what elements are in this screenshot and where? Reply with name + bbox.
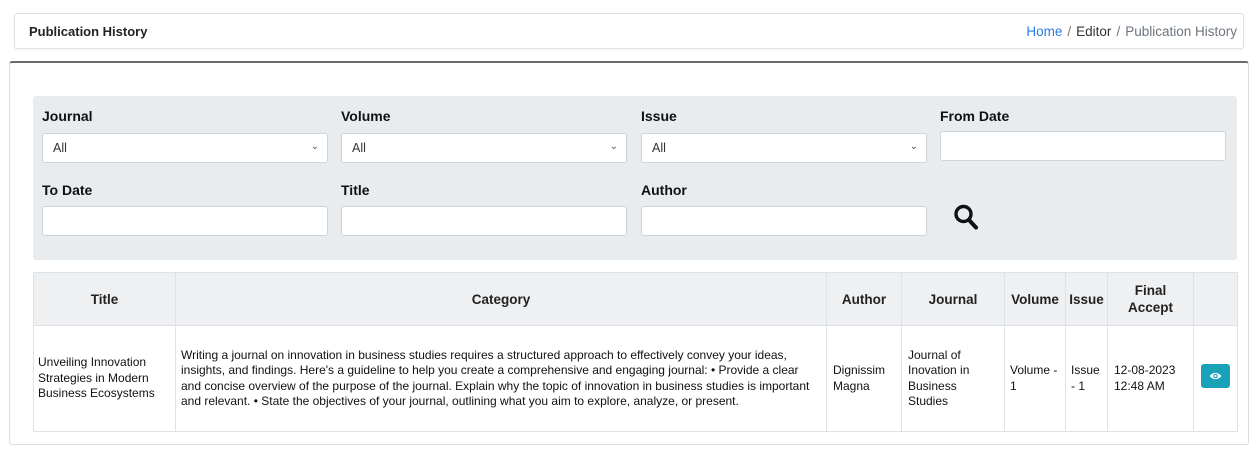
issue-select-value: All [652, 141, 666, 155]
cell-title: Unveiling Innovation Strategies in Moder… [33, 325, 176, 432]
cell-issue: Issue - 1 [1065, 325, 1108, 432]
title-input[interactable] [341, 206, 627, 236]
volume-select[interactable]: All ⌄ [341, 133, 627, 163]
cell-action [1193, 325, 1238, 432]
column-header-journal: Journal [901, 272, 1005, 326]
from-date-input[interactable] [940, 131, 1226, 161]
to-date-input[interactable] [42, 206, 328, 236]
journal-label: Journal [42, 108, 93, 124]
cell-journal: Journal of Inovation in Business Studies [901, 325, 1005, 432]
column-header-volume: Volume [1004, 272, 1066, 326]
breadcrumb: Home / Editor / Publication History [1026, 24, 1237, 39]
column-header-issue: Issue [1065, 272, 1108, 326]
issue-select[interactable]: All ⌄ [641, 133, 927, 163]
cell-author: Dignissim Magna [826, 325, 902, 432]
chevron-down-icon: ⌄ [310, 141, 319, 152]
volume-label: Volume [341, 108, 391, 124]
breadcrumb-home-link[interactable]: Home [1026, 24, 1062, 39]
from-date-label: From Date [940, 108, 1010, 124]
journal-select-value: All [53, 141, 67, 155]
eye-icon [1209, 373, 1222, 380]
volume-select-value: All [352, 141, 366, 155]
breadcrumb-current: Publication History [1125, 24, 1237, 39]
page-header: Publication History Home / Editor / Publicat… [14, 13, 1244, 49]
view-button[interactable] [1201, 364, 1230, 389]
publication-table: Title Category Author Journal Volume Iss… [33, 272, 1238, 432]
column-header-final-accept: Final Accept [1107, 272, 1194, 326]
table-header-row: Title Category Author Journal Volume Iss… [33, 272, 1238, 326]
author-label: Author [641, 182, 687, 198]
cell-volume: Volume - 1 [1004, 325, 1066, 432]
title-label: Title [341, 182, 370, 198]
column-header-title: Title [33, 272, 176, 326]
breadcrumb-separator: / [1116, 24, 1121, 39]
chevron-down-icon: ⌄ [609, 141, 618, 152]
column-header-action [1193, 272, 1238, 326]
issue-label: Issue [641, 108, 677, 124]
author-input[interactable] [641, 206, 927, 236]
chevron-down-icon: ⌄ [909, 141, 918, 152]
breadcrumb-editor[interactable]: Editor [1076, 24, 1111, 39]
journal-select[interactable]: All ⌄ [42, 133, 328, 163]
breadcrumb-separator: / [1067, 24, 1072, 39]
cell-final-accept: 12-08-2023 12:48 AM [1107, 325, 1194, 432]
to-date-label: To Date [42, 182, 93, 198]
table-row: Unveiling Innovation Strategies in Moder… [33, 325, 1238, 432]
page-title: Publication History [29, 24, 148, 39]
search-button[interactable] [953, 203, 979, 231]
search-icon [954, 204, 978, 230]
cell-category: Writing a journal on innovation in busin… [175, 325, 827, 432]
column-header-category: Category [175, 272, 827, 326]
column-header-author: Author [826, 272, 902, 326]
